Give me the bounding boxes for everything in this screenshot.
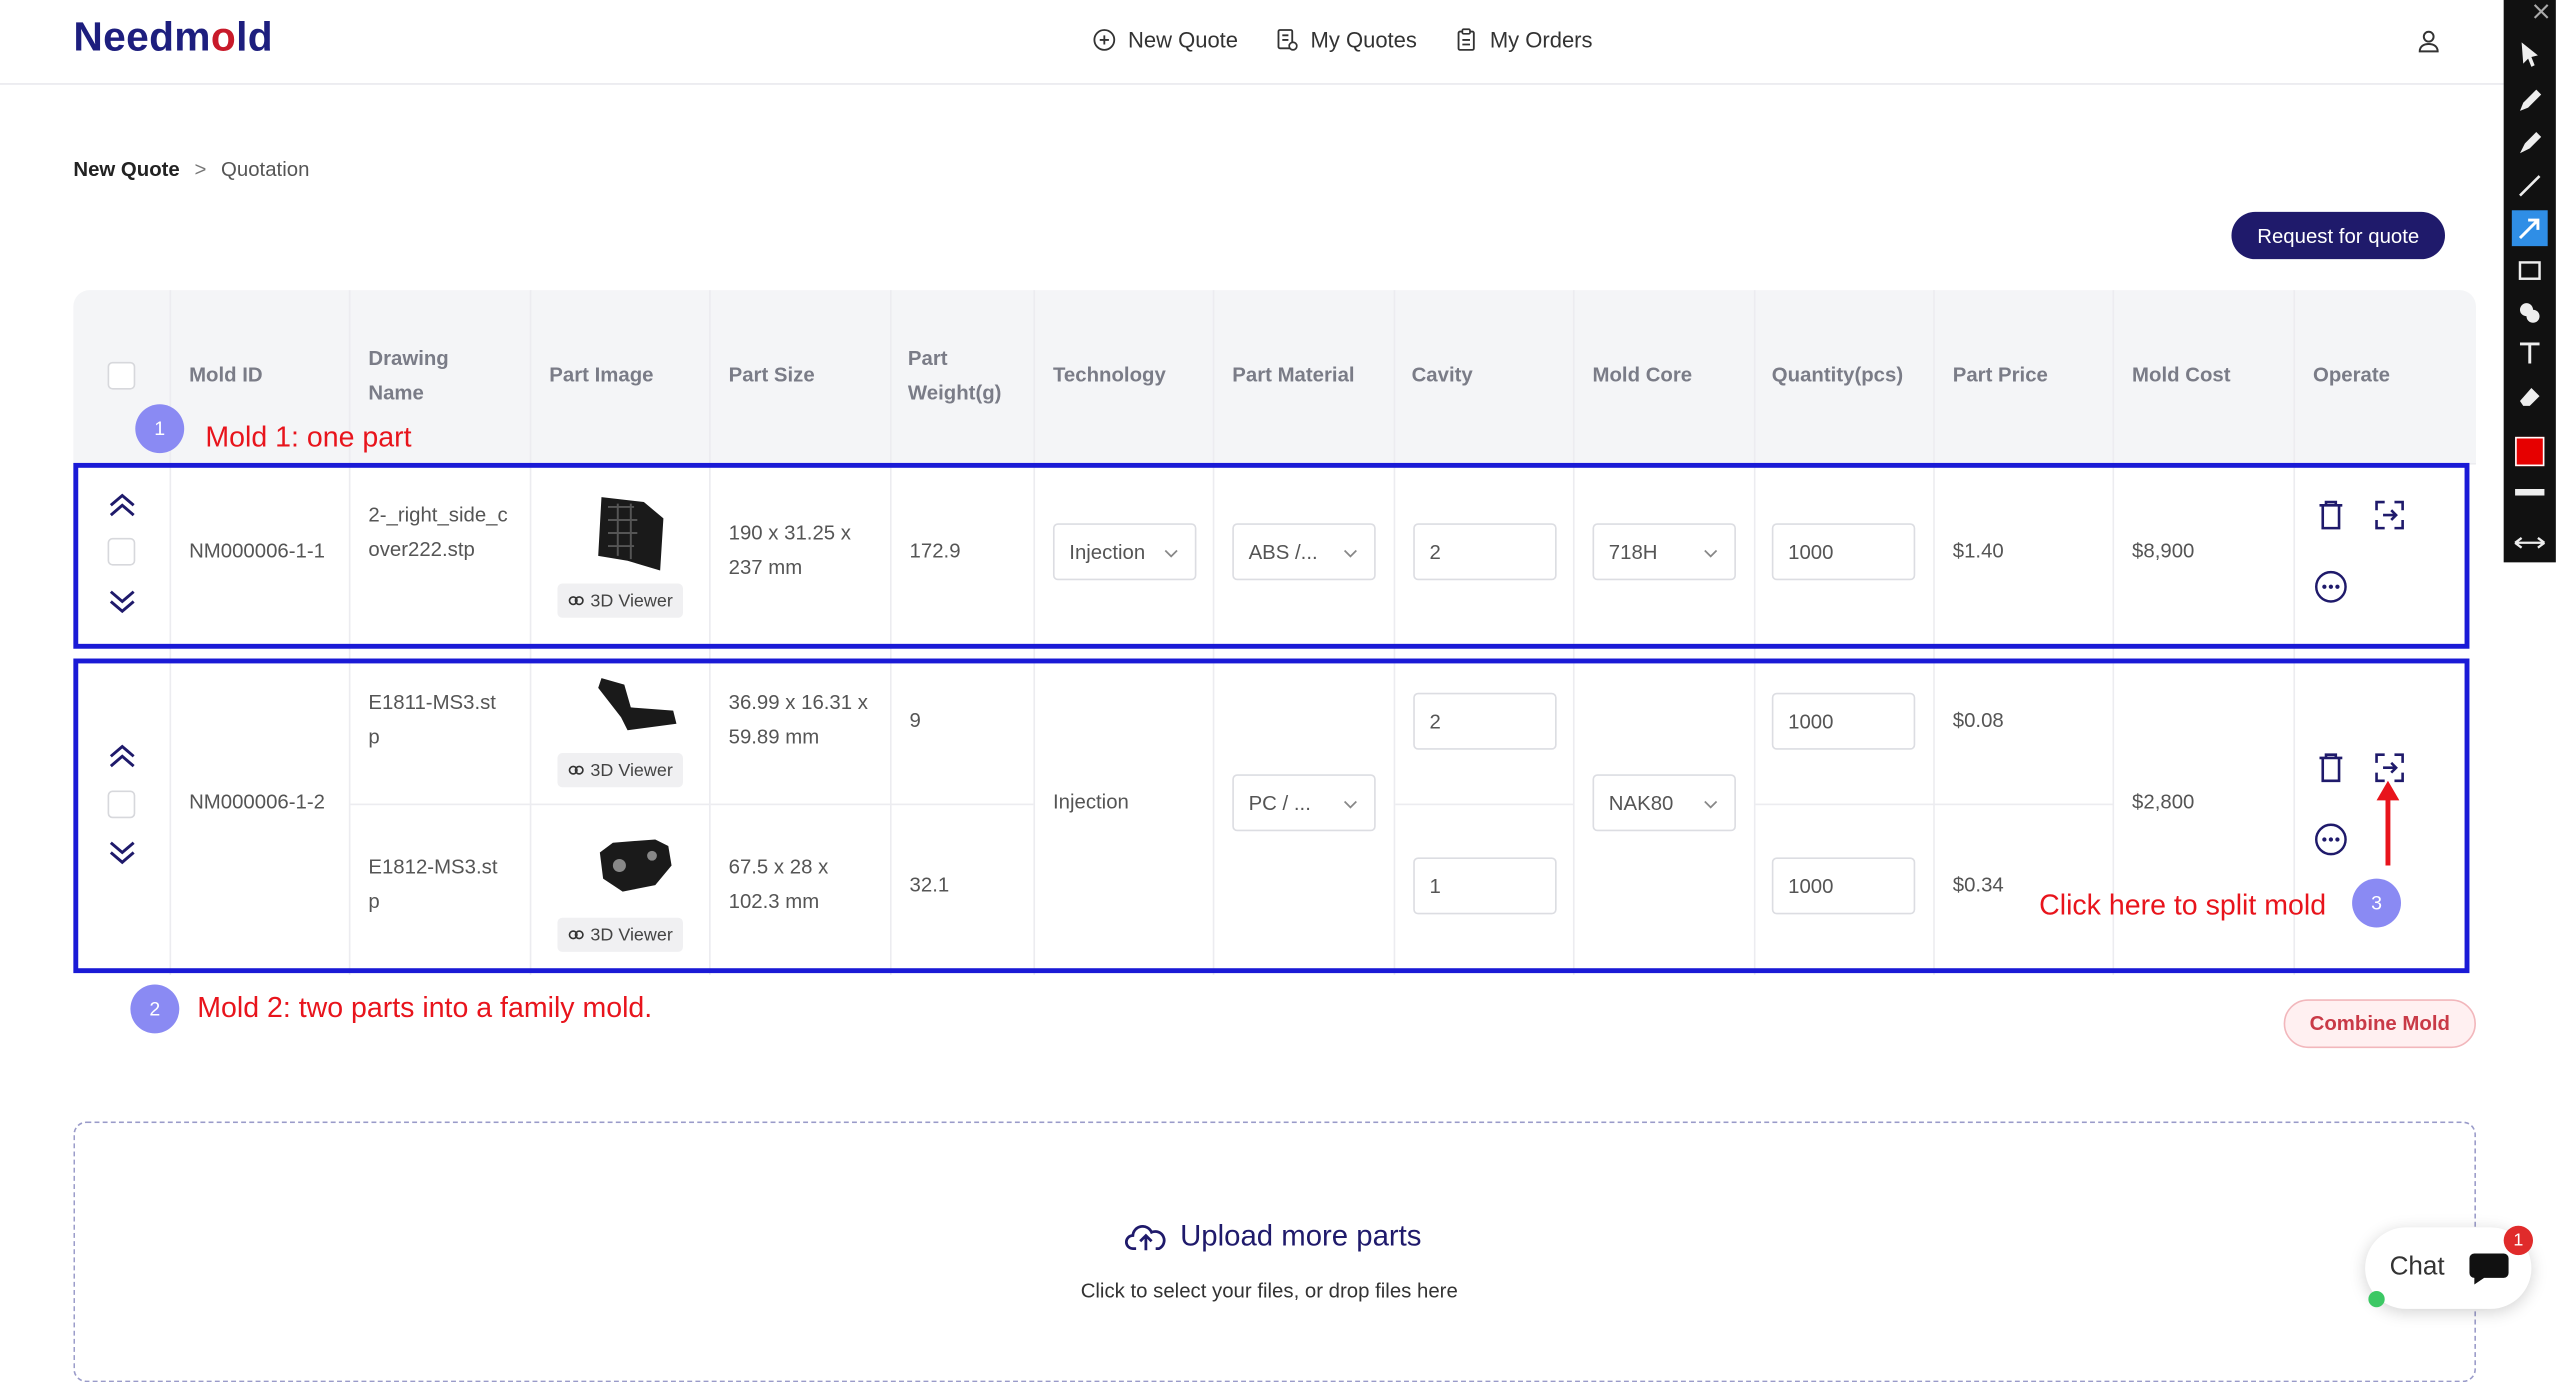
resize-icon[interactable] <box>2513 535 2546 551</box>
text-tool[interactable] <box>2512 336 2548 372</box>
color-swatch[interactable] <box>2515 436 2545 467</box>
nav-my-quotes-label: My Quotes <box>1310 27 1417 53</box>
line-icon <box>2519 175 2541 197</box>
breadcrumb-current: Quotation <box>221 158 310 181</box>
upload-title-label: Upload more parts <box>1180 1219 1422 1252</box>
counter-tool[interactable] <box>2512 295 2548 331</box>
close-icon[interactable] <box>2533 3 2549 19</box>
rectangle-tool[interactable] <box>2512 253 2548 289</box>
user-icon[interactable] <box>2416 28 2442 54</box>
text-icon <box>2519 342 2540 364</box>
col-mold-id: Mold ID <box>189 363 263 387</box>
annotation-box-mold-2 <box>73 658 2470 974</box>
breadcrumb: New Quote > Quotation <box>73 158 309 181</box>
col-part-weight: Part Weight(g) <box>907 347 1002 405</box>
quotes-doc-icon <box>1277 29 1298 51</box>
cloud-upload-icon <box>1124 1224 1166 1250</box>
annotation-badge-3: 3 <box>2352 878 2401 928</box>
col-operate: Operate <box>2312 363 2390 387</box>
col-technology: Technology <box>1052 363 1166 387</box>
marker-icon <box>2519 132 2542 154</box>
rectangle-icon <box>2518 261 2541 280</box>
col-part-price: Part Price <box>1952 363 2048 387</box>
nav-my-quotes[interactable]: My Quotes <box>1275 28 1417 52</box>
combine-mold-button[interactable]: Combine Mold <box>2283 999 2476 1049</box>
nav-new-quote-label: New Quote <box>1127 27 1239 53</box>
nav-my-orders-label: My Orders <box>1489 27 1593 53</box>
annotation-text-2: Mold 2: two parts into a family mold. <box>197 991 653 1024</box>
col-part-image: Part Image <box>549 363 654 387</box>
upload-title[interactable]: Upload more parts <box>1124 1219 1422 1253</box>
top-header: Needmold New Quote My Quotes My Orders <box>0 0 2504 85</box>
col-mold-core: Mold Core <box>1592 363 1693 387</box>
pencil-icon <box>2519 89 2542 111</box>
cursor-icon <box>2521 42 2538 67</box>
chat-widget[interactable]: Chat 1 <box>2365 1225 2534 1309</box>
arrow-icon <box>2518 218 2540 240</box>
nav-my-orders[interactable]: My Orders <box>1454 28 1593 52</box>
col-drawing-name: Drawing Name <box>368 347 449 405</box>
eraser-tool[interactable] <box>2512 378 2548 414</box>
plus-circle-icon <box>1093 29 1116 51</box>
numbered-circles-icon <box>2519 303 2540 323</box>
col-quantity: Quantity(pcs) <box>1771 363 1904 387</box>
col-mold-cost: Mold Cost <box>2132 363 2231 387</box>
eraser-icon <box>2519 387 2540 406</box>
marker-tool[interactable] <box>2512 126 2548 162</box>
clipboard-icon <box>1457 28 1475 51</box>
breadcrumb-root[interactable]: New Quote <box>73 158 179 181</box>
needmold-logo[interactable]: Needmold <box>73 15 273 62</box>
arrow-up-icon <box>2376 780 2400 866</box>
select-all-checkbox[interactable] <box>107 361 136 390</box>
chat-label: Chat <box>2389 1253 2445 1282</box>
online-indicator <box>2368 1290 2385 1308</box>
col-cavity: Cavity <box>1411 363 1473 387</box>
request-for-quote-button[interactable]: Request for quote <box>2231 211 2445 260</box>
annotation-text-1: Mold 1: one part <box>205 420 412 454</box>
drawing-toolbar <box>2503 0 2556 563</box>
chat-bubble-icon <box>2469 1253 2509 1285</box>
pointer-tool[interactable] <box>2512 36 2548 72</box>
stroke-width-tool[interactable] <box>2515 489 2545 496</box>
line-tool[interactable] <box>2512 168 2548 204</box>
chat-unread-badge: 1 <box>2503 1225 2534 1256</box>
col-part-material: Part Material <box>1232 363 1355 387</box>
annotation-box-mold-1 <box>73 462 2470 649</box>
nav-new-quote[interactable]: New Quote <box>1092 28 1238 52</box>
upload-subtitle: Click to select your files, or drop file… <box>1080 1279 1458 1303</box>
annotation-badge-2: 2 <box>130 984 180 1034</box>
pencil-tool[interactable] <box>2512 83 2548 119</box>
col-part-size: Part Size <box>728 363 815 387</box>
arrow-tool[interactable] <box>2511 210 2548 247</box>
annotation-text-3: Click here to split mold <box>2039 888 2327 921</box>
breadcrumb-separator: > <box>194 158 207 181</box>
annotation-badge-1: 1 <box>135 404 185 454</box>
